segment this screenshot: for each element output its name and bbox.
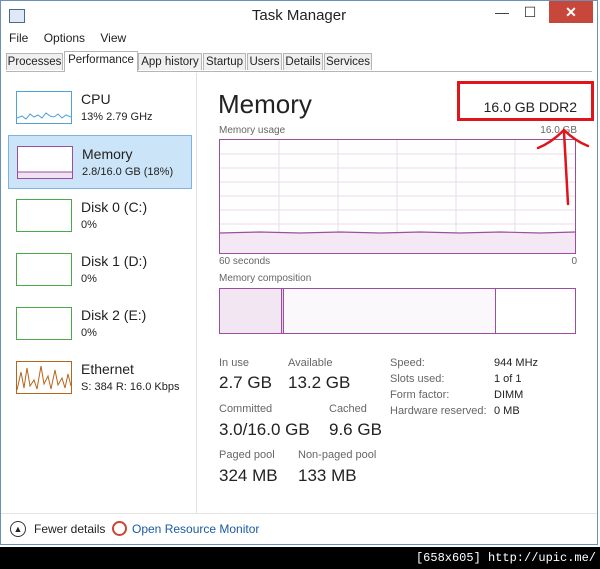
tab-services[interactable]: Services	[324, 53, 372, 70]
resource-detail: 0%	[81, 273, 97, 285]
memory-composition-bar	[219, 288, 576, 334]
hand-drawn-arrow-annotation	[536, 128, 590, 206]
stamp-text: [658x605] http://upic.me/	[415, 551, 596, 565]
ethernet-thumbnail-graph	[16, 361, 72, 394]
memory-usage-graph	[219, 139, 576, 254]
disk-thumbnail-graph	[16, 307, 72, 340]
resource-disk-0[interactable]: Disk 0 (C:) 0%	[8, 189, 192, 243]
resource-detail: 2.8/16.0 GB (18%)	[82, 166, 174, 178]
resource-name: Disk 2 (E:)	[81, 307, 147, 323]
open-resource-monitor-link[interactable]: Open Resource Monitor	[132, 522, 259, 536]
cpu-thumbnail-graph	[16, 91, 72, 124]
tab-performance[interactable]: Performance	[64, 51, 138, 72]
composition-free	[496, 289, 575, 333]
fewer-details-button[interactable]: Fewer details	[34, 522, 105, 536]
paged-pool-label: Paged pool	[219, 449, 275, 461]
in-use-label: In use	[219, 357, 249, 369]
hardware-reserved-label: Hardware reserved:	[390, 405, 487, 417]
resource-name: CPU	[81, 91, 111, 107]
resource-name: Disk 1 (D:)	[81, 253, 148, 269]
image-host-stamp: [658x605] http://upic.me/	[0, 547, 600, 569]
resource-detail: S: 384 R: 16.0 Kbps	[81, 381, 180, 393]
slots-used-label: Slots used:	[390, 373, 445, 385]
footer-bar: ▲ Fewer details Open Resource Monitor	[1, 513, 597, 544]
resource-disk-1[interactable]: Disk 1 (D:) 0%	[8, 243, 192, 297]
resource-detail: 0%	[81, 327, 97, 339]
memory-thumbnail-graph	[17, 146, 73, 179]
speed-value: 944 MHz	[494, 357, 539, 369]
cached-value: 9.6 GB	[329, 420, 382, 439]
menu-bar: File Options View	[1, 31, 597, 49]
maximize-button[interactable]: ☐	[515, 1, 545, 23]
disk-thumbnail-graph	[16, 253, 72, 286]
resource-detail: 13% 2.79 GHz	[81, 111, 153, 123]
resource-name: Memory	[82, 146, 133, 162]
tab-processes[interactable]: Processes	[6, 53, 63, 70]
close-button[interactable]: ✕	[549, 1, 593, 23]
available-value: 13.2 GB	[288, 373, 351, 392]
speed-label: Speed:	[390, 357, 425, 369]
time-span-label: 60 seconds	[219, 256, 271, 267]
chevron-up-icon[interactable]: ▲	[10, 521, 26, 537]
menu-file[interactable]: File	[9, 31, 28, 45]
memory-composition-label: Memory composition	[219, 273, 312, 284]
composition-in-use	[220, 289, 282, 333]
cached-label: Cached	[329, 403, 367, 415]
paged-pool-value: 324 MB	[219, 466, 278, 485]
committed-value: 3.0/16.0 GB	[219, 420, 310, 439]
committed-label: Committed	[219, 403, 273, 415]
panel-title: Memory	[218, 89, 312, 119]
disk-thumbnail-graph	[16, 199, 72, 232]
form-factor-value: DIMM	[494, 389, 524, 401]
tab-app-history[interactable]: App history	[138, 53, 202, 70]
resource-name: Ethernet	[81, 361, 134, 377]
resource-name: Disk 0 (C:)	[81, 199, 148, 215]
slots-used-value: 1 of 1	[494, 373, 522, 385]
menu-options[interactable]: Options	[44, 31, 85, 45]
memory-usage-label: Memory usage	[219, 125, 286, 136]
resource-detail: 0%	[81, 219, 97, 231]
tab-users[interactable]: Users	[247, 53, 282, 70]
time-zero-label: 0	[571, 256, 577, 267]
composition-standby	[284, 289, 496, 333]
tab-startup[interactable]: Startup	[203, 53, 246, 70]
non-paged-pool-label: Non-paged pool	[298, 449, 377, 461]
hardware-reserved-value: 0 MB	[494, 405, 520, 417]
form-factor-label: Form factor:	[390, 389, 450, 401]
highlight-box-annotation	[457, 81, 594, 121]
resource-list: CPU 13% 2.79 GHz Memory 2.8/16.0 GB (18%…	[6, 73, 197, 513]
tab-strip: Processes Performance App history Startu…	[6, 51, 592, 72]
available-label: Available	[288, 357, 333, 369]
non-paged-pool-value: 133 MB	[298, 466, 357, 485]
tab-details[interactable]: Details	[283, 53, 323, 70]
menu-view[interactable]: View	[100, 31, 126, 45]
resource-cpu[interactable]: CPU 13% 2.79 GHz	[8, 81, 192, 135]
in-use-value: 2.7 GB	[219, 373, 272, 392]
resource-ethernet[interactable]: Ethernet S: 384 R: 16.0 Kbps	[8, 351, 192, 405]
resource-memory[interactable]: Memory 2.8/16.0 GB (18%)	[8, 135, 192, 189]
minimize-button[interactable]: —	[487, 1, 517, 23]
title-bar[interactable]: Task Manager — ☐ ✕	[1, 1, 597, 31]
resource-monitor-icon	[112, 521, 127, 536]
resource-disk-2[interactable]: Disk 2 (E:) 0%	[8, 297, 192, 351]
